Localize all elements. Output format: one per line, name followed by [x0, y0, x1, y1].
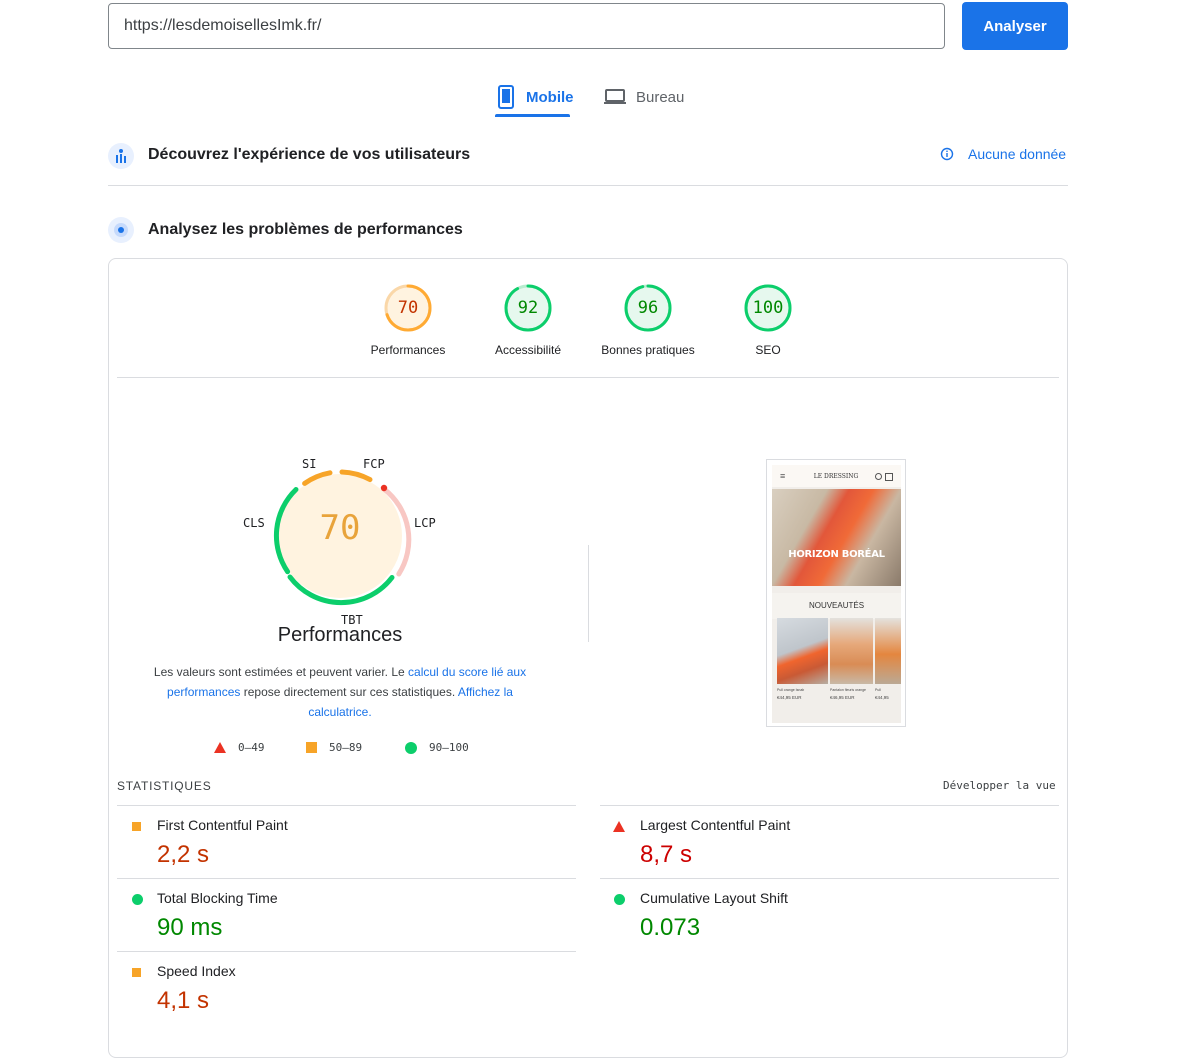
gauge-performance-label: Performances	[370, 343, 446, 357]
stats-divider	[117, 951, 576, 952]
square-icon	[132, 968, 141, 977]
tab-mobile-label: Mobile	[526, 88, 574, 106]
gauge-best-practices[interactable]: 96	[623, 283, 673, 333]
gauge-seo[interactable]: 100	[743, 283, 793, 333]
lcp-name: Largest Contentful Paint	[640, 817, 791, 833]
tab-mobile[interactable]: Mobile	[496, 78, 574, 116]
product-2-name: Pantalon fleuris orange	[830, 688, 866, 692]
si-value: 4,1 s	[157, 987, 210, 1014]
gauge-performance-score: 70	[397, 298, 419, 318]
laptop-icon	[604, 89, 626, 104]
screenshot-brand: LE DRESSING	[813, 473, 859, 480]
disclaimer-middle: repose directement sur ces statistiques.	[240, 685, 458, 699]
legend-pass: 90–100	[405, 741, 469, 754]
no-data-label: Aucune donnée	[968, 146, 1067, 162]
gauge-seo-score: 100	[752, 298, 784, 318]
fcp-value: 2,2 s	[157, 841, 210, 868]
tab-desktop-label: Bureau	[636, 88, 685, 106]
triangle-icon	[613, 821, 625, 832]
search-icon	[875, 473, 882, 480]
legend-pass-range: 90–100	[429, 741, 469, 754]
menu-icon: ≡	[780, 471, 786, 481]
product-image-1	[777, 618, 828, 684]
tbt-name: Total Blocking Time	[157, 890, 278, 906]
smartphone-icon	[498, 85, 514, 109]
gauge-accessibility-label: Accessibilité	[494, 343, 562, 357]
tbt-value: 90 ms	[157, 914, 223, 941]
fcp-name: First Contentful Paint	[157, 817, 288, 833]
diagnose-title: Analysez les problèmes de performances	[148, 221, 463, 238]
performance-title: Performances	[277, 624, 403, 646]
circle-icon	[132, 894, 143, 905]
cls-value: 0.073	[640, 914, 701, 941]
url-input[interactable]	[108, 3, 945, 49]
gauge-best-practices-label: Bonnes pratiques	[601, 343, 695, 357]
stats-divider	[117, 805, 576, 806]
legend-average: 50–89	[306, 741, 362, 754]
gauge-tag-lcp: LCP	[414, 516, 436, 530]
diagnose-icon	[108, 217, 134, 243]
product-1-price: €44,95 EUR	[777, 695, 802, 700]
cart-icon	[885, 473, 893, 481]
report-card	[108, 258, 1068, 1058]
stats-divider	[600, 878, 1059, 879]
disclaimer-start: Les valeurs sont estimées et peuvent var…	[153, 665, 409, 679]
stats-label: STATISTIQUES	[117, 779, 212, 793]
gauges-divider	[117, 377, 1059, 378]
performance-score-large: 70	[319, 508, 361, 548]
square-icon	[132, 822, 141, 831]
gauge-performance[interactable]: 70	[383, 283, 433, 333]
section-divider	[108, 185, 1068, 186]
hero-image	[772, 489, 901, 586]
legend-average-range: 50–89	[329, 741, 363, 754]
no-data-link[interactable]: Aucune donnée	[940, 146, 1066, 162]
product-image-2	[830, 618, 873, 684]
gauge-tag-fcp: FCP	[363, 457, 385, 471]
gauge-best-practices-score: 96	[637, 298, 659, 318]
users-experience-icon	[108, 143, 134, 169]
lcp-value: 8,7 s	[640, 841, 693, 868]
gauge-seo-label: SEO	[755, 343, 781, 357]
active-tab-indicator	[495, 114, 570, 117]
product-3-price: €44,95	[875, 695, 889, 700]
new-arrivals-label: NOUVEAUTÉS	[808, 601, 865, 610]
gauge-accessibility-score: 92	[517, 298, 539, 318]
info-icon	[940, 147, 954, 161]
product-2-price: €46,95 EUR	[830, 695, 855, 700]
page-screenshot[interactable]: ≡ LE DRESSING HORIZON BORÉAL NOUVEAUTÉS …	[766, 459, 906, 727]
product-3-name: Pull	[875, 688, 881, 692]
disclaimer-text: Les valeurs sont estimées et peuvent var…	[150, 662, 530, 722]
user-experience-title: Découvrez l'expérience de vos utilisateu…	[148, 146, 471, 163]
triangle-icon	[214, 742, 226, 753]
legend-fail: 0–49	[214, 741, 265, 754]
vertical-divider	[588, 545, 589, 642]
legend-fail-range: 0–49	[238, 741, 265, 754]
expand-view-toggle[interactable]: Développer la vue	[943, 779, 1056, 792]
circle-icon	[614, 894, 625, 905]
product-1-name: Pull orange Isnab	[777, 688, 805, 692]
stats-divider	[117, 878, 576, 879]
si-name: Speed Index	[157, 963, 236, 979]
hero-text: HORIZON BORÉAL	[788, 549, 885, 560]
circle-icon	[405, 741, 417, 754]
product-image-3	[875, 618, 901, 684]
gauge-accessibility[interactable]: 92	[503, 283, 553, 333]
analyze-button[interactable]: Analyser	[962, 2, 1068, 50]
stats-divider	[600, 805, 1059, 806]
square-icon	[306, 742, 317, 753]
cls-name: Cumulative Layout Shift	[640, 890, 788, 906]
gauge-tag-cls: CLS	[243, 516, 265, 530]
gauge-tag-si: SI	[302, 457, 317, 471]
tab-desktop[interactable]: Bureau	[604, 78, 684, 116]
